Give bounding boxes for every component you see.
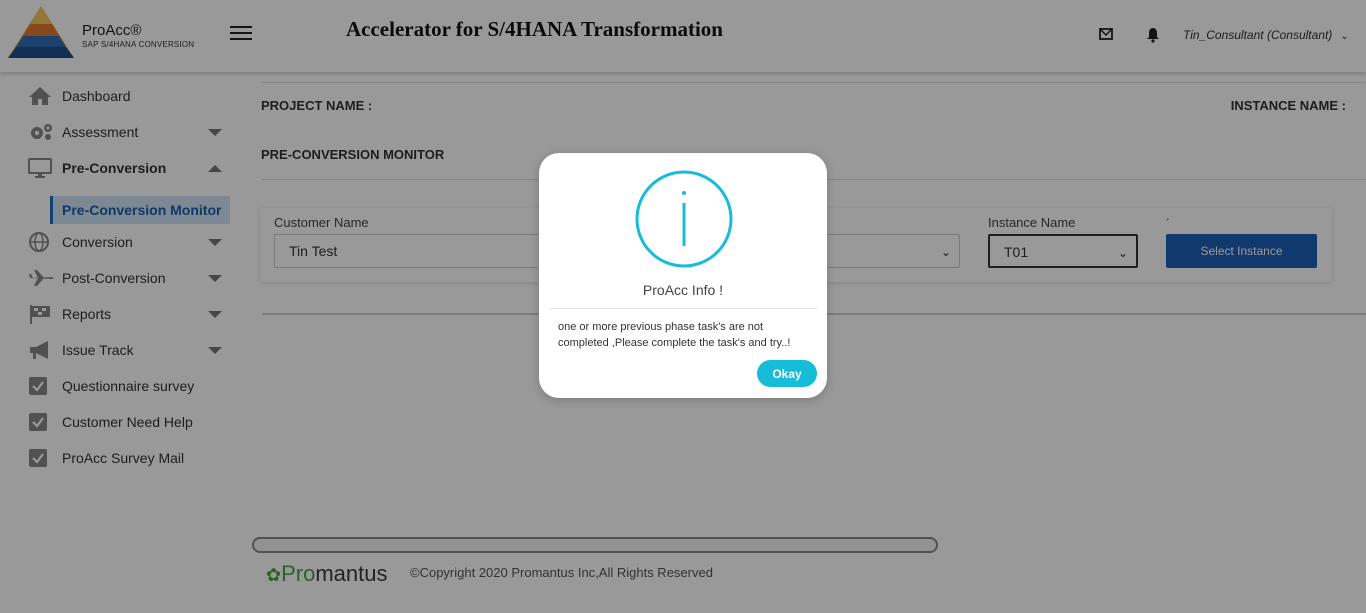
okay-button[interactable]: Okay	[757, 360, 817, 387]
dialog-message: one or more previous phase task's are no…	[558, 321, 791, 349]
dialog-divider	[549, 308, 817, 309]
dialog-title: ProAcc Info !	[642, 282, 724, 298]
info-dialog: ProAcc Info ! one or more previous phase…	[539, 153, 827, 398]
info-icon	[634, 169, 734, 269]
